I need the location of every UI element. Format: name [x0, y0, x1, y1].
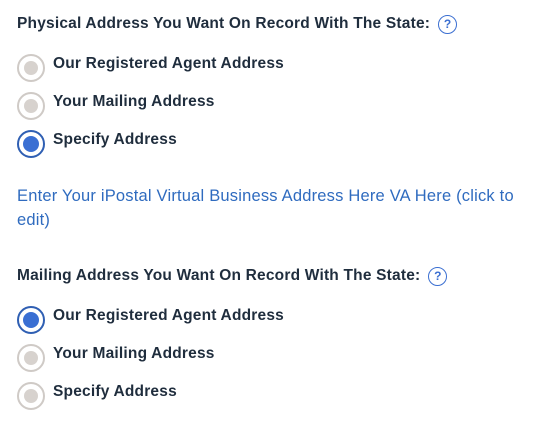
mailing-address-heading: Mailing Address You Want On Record With …	[17, 264, 537, 288]
mailing-radio-registered-agent[interactable]	[17, 306, 45, 334]
mailing-option-mailing[interactable]: Your Mailing Address	[17, 344, 215, 372]
mailing-option-label: Your Mailing Address	[53, 345, 215, 362]
physical-option-mailing[interactable]: Your Mailing Address	[17, 92, 215, 120]
physical-option-label: Specify Address	[53, 131, 177, 148]
mailing-option-specify[interactable]: Specify Address	[17, 382, 177, 410]
physical-address-section: Physical Address You Want On Record With…	[17, 12, 537, 36]
mailing-radio-mailing[interactable]	[17, 344, 45, 372]
question-circle-icon[interactable]: ?	[438, 14, 458, 34]
physical-option-label: Your Mailing Address	[53, 93, 215, 110]
physical-address-title: Physical Address You Want On Record With…	[17, 15, 431, 32]
question-circle-icon[interactable]: ?	[428, 266, 448, 286]
mailing-option-registered-agent[interactable]: Our Registered Agent Address	[17, 306, 284, 334]
physical-option-specify[interactable]: Specify Address	[17, 130, 177, 158]
mailing-address-title: Mailing Address You Want On Record With …	[17, 267, 421, 284]
physical-radio-specify[interactable]	[17, 130, 45, 158]
mailing-option-label: Our Registered Agent Address	[53, 307, 284, 324]
physical-radio-registered-agent[interactable]	[17, 54, 45, 82]
physical-option-registered-agent[interactable]: Our Registered Agent Address	[17, 54, 284, 82]
mailing-address-section: Mailing Address You Want On Record With …	[17, 264, 537, 288]
physical-option-label: Our Registered Agent Address	[53, 55, 284, 72]
physical-radio-mailing[interactable]	[17, 92, 45, 120]
mailing-option-label: Specify Address	[53, 383, 177, 400]
address-edit-link[interactable]: Enter Your iPostal Virtual Business Addr…	[17, 184, 537, 232]
mailing-radio-specify[interactable]	[17, 382, 45, 410]
physical-address-heading: Physical Address You Want On Record With…	[17, 12, 537, 36]
